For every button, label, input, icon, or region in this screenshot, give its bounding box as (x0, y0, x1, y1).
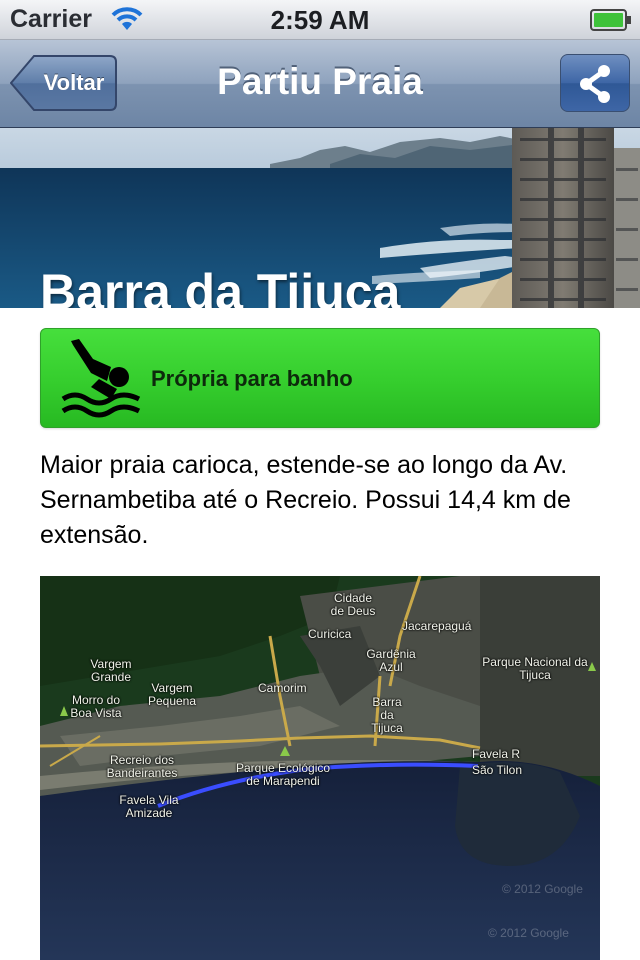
map-label: Curicica (308, 627, 352, 641)
map-label: Vargem Grande (90, 657, 132, 684)
share-button[interactable] (560, 54, 630, 112)
map-label: Gardênia Azul (366, 647, 416, 674)
map-label: Recreio dos Bandeirantes (106, 753, 178, 780)
page-title: Partiu Praia (217, 61, 423, 102)
map-copyright: © 2012 Google (502, 882, 583, 896)
map-label: Favela R (472, 747, 521, 761)
beach-description: Maior praia carioca, estende-se ao longo… (40, 451, 571, 549)
status-bar: Carrier 2:59 AM (0, 0, 640, 40)
battery-full-icon (590, 9, 632, 36)
swimmer-icon (61, 339, 141, 418)
navigation-bar: Voltar Partiu Praia (0, 40, 640, 128)
map-label: Parque Ecológico de Marapendi (235, 761, 331, 788)
clock: 2:59 AM (270, 5, 370, 35)
map-copyright: © 2012 Google (488, 926, 569, 940)
map-label: Favela Vila Amizade (119, 793, 179, 820)
map-label: Vargem Pequena (147, 681, 197, 708)
map-label: Barra da Tijuca (371, 695, 403, 735)
map-label: São Tilon (472, 763, 523, 777)
map-label: Camorim (258, 681, 307, 695)
map-label: Parque Nacional da Tijuca (482, 655, 588, 682)
water-status-label: Própria para banho (151, 366, 353, 391)
map-label: Jacarepaguá (402, 619, 472, 633)
beach-name-title: Barra da Tijuca (40, 264, 401, 308)
beach-photo: Barra da Tijuca (0, 128, 640, 308)
back-button-label: Voltar (43, 70, 105, 95)
back-button[interactable]: Voltar (10, 54, 118, 112)
beach-map[interactable]: Cidade de Deus Curicica Jacarepaguá Gard… (40, 576, 600, 960)
share-icon (580, 65, 610, 103)
map-label: Cidade de Deus (330, 591, 376, 618)
water-quality-status: Própria para banho (40, 328, 600, 428)
map-label: Morro do Boa Vista (70, 693, 122, 720)
